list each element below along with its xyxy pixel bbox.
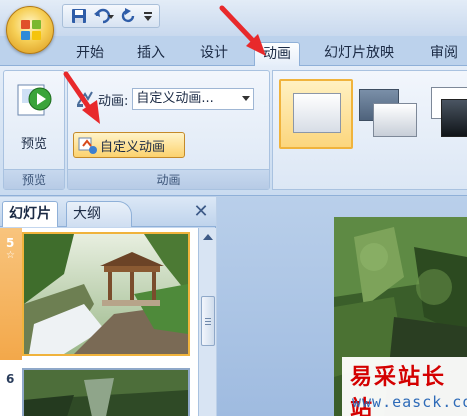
tab-outline[interactable]: 大纲 bbox=[66, 201, 132, 227]
transition-black-thumb[interactable] bbox=[427, 79, 467, 149]
preview-button-label: 预览 bbox=[20, 137, 47, 152]
slides-scrollbar[interactable] bbox=[198, 228, 216, 416]
tab-slides[interactable]: 幻灯片 bbox=[2, 201, 58, 227]
tab-home[interactable]: 开始 bbox=[68, 42, 112, 66]
slide-thumbnail-6[interactable] bbox=[22, 368, 190, 416]
watermark: 易采站长站 www.easck.com bbox=[342, 357, 467, 416]
close-icon[interactable]: ✕ bbox=[192, 202, 210, 222]
custom-animation-icon bbox=[78, 137, 97, 154]
animation-star-icon: ☆ bbox=[6, 250, 15, 261]
animation-select[interactable]: 自定义动画... bbox=[132, 88, 255, 110]
pane-tabs: 幻灯片 大纲 ✕ bbox=[0, 197, 216, 227]
preview-group-label: 预览 bbox=[4, 169, 64, 189]
save-icon[interactable] bbox=[71, 8, 87, 24]
tab-animation[interactable]: 动画 bbox=[254, 42, 300, 66]
tab-slideshow[interactable]: 幻灯片放映 bbox=[316, 42, 402, 66]
scrollbar-thumb[interactable] bbox=[201, 296, 215, 346]
animation-row: 动画: 自定义动画... bbox=[76, 87, 255, 111]
chevron-down-icon bbox=[242, 96, 251, 101]
slide-number: 5 bbox=[6, 236, 15, 250]
slide-5-photo bbox=[24, 234, 188, 354]
transition-none-thumb[interactable] bbox=[279, 79, 353, 149]
scroll-up-icon[interactable] bbox=[203, 234, 213, 240]
custom-animation-button[interactable]: 自定义动画 bbox=[73, 132, 185, 158]
slides-pane: 幻灯片 大纲 ✕ 5 ☆ 6 bbox=[0, 197, 216, 416]
animation-icon bbox=[77, 91, 93, 107]
animation-label: 动画: bbox=[98, 93, 129, 109]
custom-animation-label: 自定义动画 bbox=[100, 139, 166, 155]
slide-number: 6 bbox=[6, 372, 15, 386]
preview-group: 预览 预览 bbox=[3, 70, 65, 190]
preview-button[interactable]: 预览 bbox=[10, 77, 58, 152]
quick-access-toolbar bbox=[62, 4, 160, 28]
tab-insert[interactable]: 插入 bbox=[129, 42, 173, 66]
transition-gallery bbox=[272, 70, 467, 190]
watermark-url: www.easck.com bbox=[352, 393, 467, 411]
office-logo-icon bbox=[21, 20, 41, 40]
slide-6-photo bbox=[24, 370, 188, 416]
preview-icon bbox=[17, 84, 52, 116]
ribbon-tab-row: 开始 插入 设计 动画 幻灯片放映 审阅 bbox=[0, 36, 467, 66]
customize-icon[interactable] bbox=[143, 10, 153, 22]
slide-thumbnail-5[interactable] bbox=[22, 232, 190, 356]
slide-thumbnails: 5 ☆ 6 bbox=[0, 228, 198, 416]
tab-design[interactable]: 设计 bbox=[192, 42, 236, 66]
animation-group: 动画: 自定义动画... 自定义动画 动画 bbox=[67, 70, 270, 190]
undo-icon[interactable] bbox=[93, 8, 115, 24]
tab-review[interactable]: 审阅 bbox=[422, 42, 466, 66]
animation-select-value: 自定义动画... bbox=[136, 91, 214, 106]
animation-group-label: 动画 bbox=[68, 169, 269, 189]
office-button[interactable] bbox=[6, 6, 54, 54]
redo-icon[interactable] bbox=[121, 8, 137, 24]
ribbon: 预览 预览 动画: 自定义动画... 自定义动画 动画 bbox=[0, 66, 467, 196]
transition-fade-thumb[interactable] bbox=[353, 79, 427, 149]
title-bar bbox=[0, 0, 467, 36]
